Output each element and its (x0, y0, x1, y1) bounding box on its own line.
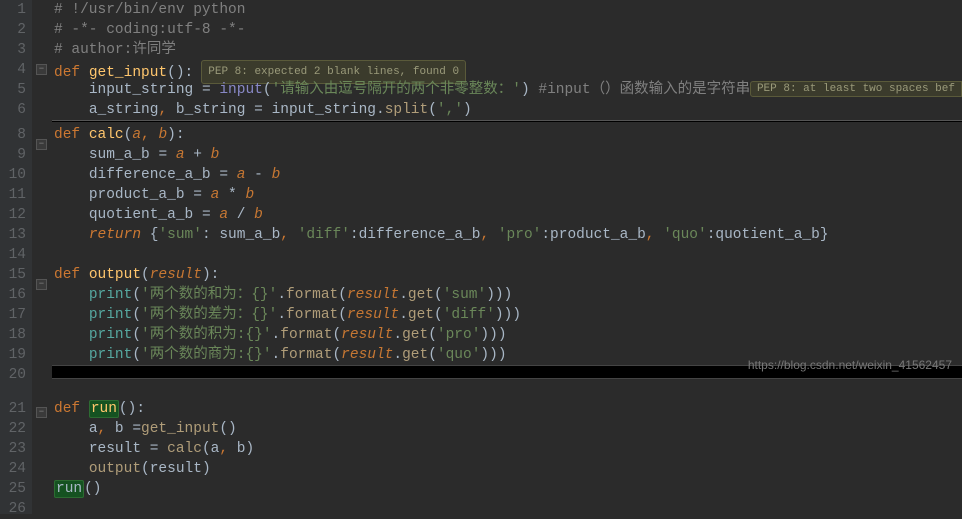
fold-toggle-icon[interactable]: − (36, 64, 47, 75)
line-number: 26 (6, 499, 26, 519)
line-number: 13 (6, 225, 26, 245)
code-line: def output(result): (52, 265, 962, 285)
line-number: 15 (6, 265, 26, 285)
fold-toggle-icon[interactable]: − (36, 279, 47, 290)
line-number: 11 (6, 185, 26, 205)
code-line: # author:许同学 (52, 40, 962, 60)
code-line: # -*- coding:utf-8 -*- (52, 20, 962, 40)
code-line: difference_a_b = a - b (52, 165, 962, 185)
line-number: 1 (6, 0, 26, 20)
code-line: def calc(a, b): (52, 125, 962, 145)
highlighted-identifier: run (89, 400, 119, 418)
code-line: quotient_a_b = a / b (52, 205, 962, 225)
line-number: 17 (6, 305, 26, 325)
code-line: print('两个数的积为:{}'.format(result.get('pro… (52, 325, 962, 345)
code-line: def get_input():PEP 8: expected 2 blank … (52, 60, 962, 80)
line-number: 6 (6, 100, 26, 120)
code-line: run() (52, 479, 962, 499)
line-number: 4 (6, 60, 26, 80)
comment: # author:许同学 (54, 42, 176, 58)
line-number: 5 (6, 80, 26, 100)
line-number-gutter: 1 2 3 4 5 6 8 9 10 11 12 13 14 15 16 17 … (0, 0, 32, 514)
code-line (52, 379, 962, 399)
code-line: a_string, b_string = input_string.split(… (52, 100, 962, 120)
line-number: 12 (6, 205, 26, 225)
line-number: 21 (6, 399, 26, 419)
code-line: print('两个数的差为：{}'.format(result.get('dif… (52, 305, 962, 325)
fold-toggle-icon[interactable]: − (36, 407, 47, 418)
code-line: a, b =get_input() (52, 419, 962, 439)
code-line: def run(): (52, 399, 962, 419)
fold-toggle-icon[interactable]: − (36, 139, 47, 150)
code-line: # !/usr/bin/env python (52, 0, 962, 20)
code-line: return {'sum': sum_a_b, 'diff':differenc… (52, 225, 962, 245)
line-number: 10 (6, 165, 26, 185)
line-number: 14 (6, 245, 26, 265)
code-line: sum_a_b = a + b (52, 145, 962, 165)
code-line: output(result) (52, 459, 962, 479)
code-line: product_a_b = a * b (52, 185, 962, 205)
line-number: 23 (6, 439, 26, 459)
line-number: 16 (6, 285, 26, 305)
highlighted-identifier: run (54, 480, 84, 498)
line-number: 19 (6, 345, 26, 365)
code-line (52, 245, 962, 265)
line-number: 2 (6, 20, 26, 40)
line-number: 22 (6, 419, 26, 439)
comment: # -*- coding:utf-8 -*- (54, 22, 245, 38)
code-line: result = calc(a, b) (52, 439, 962, 459)
line-number: 9 (6, 145, 26, 165)
code-line: print('两个数的和为：{}'.format(result.get('sum… (52, 285, 962, 305)
fold-column: − − − − (32, 0, 52, 514)
watermark-text: https://blog.csdn.net/weixin_41562457 (748, 358, 952, 372)
line-number: 24 (6, 459, 26, 479)
code-editor[interactable]: 1 2 3 4 5 6 8 9 10 11 12 13 14 15 16 17 … (0, 0, 962, 514)
code-area[interactable]: # !/usr/bin/env python # -*- coding:utf-… (52, 0, 962, 514)
comment: # !/usr/bin/env python (54, 2, 245, 18)
line-number: 3 (6, 40, 26, 60)
line-number: 20 (6, 365, 26, 385)
line-number: 18 (6, 325, 26, 345)
line-number: 8 (6, 125, 26, 145)
line-number: 25 (6, 479, 26, 499)
pep8-hint-right[interactable]: PEP 8: at least two spaces bef (750, 81, 962, 97)
